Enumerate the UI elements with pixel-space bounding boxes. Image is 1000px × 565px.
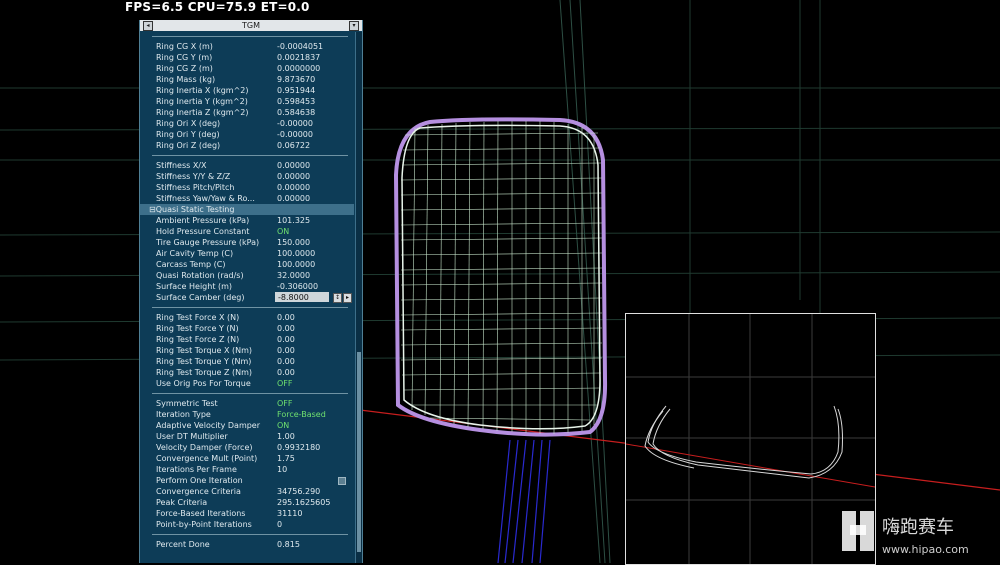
property-row[interactable]: Ring Test Torque Y (Nm) 0.00 (140, 356, 354, 367)
collapse-icon[interactable]: ⊟ (149, 205, 156, 214)
property-row[interactable]: User DT Multiplier 1.00 (140, 431, 354, 442)
property-row[interactable]: Stiffness Yaw/Yaw & Ro... 0.00000 (140, 193, 354, 204)
property-row[interactable]: Carcass Temp (C) 100.0000 (140, 259, 354, 270)
increment-icon[interactable]: ↕ (333, 293, 342, 303)
property-row[interactable]: Ring Mass (kg) 9.873670 (140, 74, 354, 85)
property-row[interactable]: Point-by-Point Iterations 0 (140, 519, 354, 530)
property-row[interactable]: Ring Test Force Z (N) 0.00 (140, 334, 354, 345)
property-row[interactable]: Convergence Criteria 34756.290 (140, 486, 354, 497)
property-row[interactable]: Ring CG X (m) -0.0004051 (140, 41, 354, 52)
property-row[interactable]: Ring Test Torque Z (Nm) 0.00 (140, 367, 354, 378)
property-row[interactable]: Air Cavity Temp (C) 100.0000 (140, 248, 354, 259)
section-title: Quasi Static Testing (155, 205, 235, 214)
property-row[interactable]: Surface Height (m) -0.306000 (140, 281, 354, 292)
panel-titlebar[interactable]: ◂ TGM ▾ (140, 20, 362, 31)
property-row[interactable]: Percent Done 0.815 (140, 539, 354, 550)
property-row[interactable]: Ring Inertia Y (kgm^2) 0.598453 (140, 96, 354, 107)
surface-camber-field[interactable]: -8.8000 (275, 292, 329, 302)
watermark-text: 嗨跑赛车 (882, 517, 954, 538)
section-quasi-static-testing[interactable]: ⊟Quasi Static Testing (140, 204, 354, 215)
property-row[interactable]: Ring Inertia X (kgm^2) 0.951944 (140, 85, 354, 96)
property-row[interactable]: Force-Based Iterations 31110 (140, 508, 354, 519)
property-row[interactable]: Symmetric Test OFF (140, 398, 354, 409)
property-row[interactable]: Ring CG Z (m) 0.0000000 (140, 63, 354, 74)
perform-iteration-checkbox[interactable] (338, 477, 346, 485)
property-row[interactable]: Ring Inertia Z (kgm^2) 0.584638 (140, 107, 354, 118)
property-row[interactable]: Ambient Pressure (kPa) 101.325 (140, 215, 354, 226)
property-row[interactable]: Ring Ori X (deg) -0.00000 (140, 118, 354, 129)
property-row[interactable]: Ring Ori Y (deg) -0.00000 (140, 129, 354, 140)
divider (140, 32, 354, 41)
property-row[interactable]: Iterations Per Frame 10 (140, 464, 354, 475)
divider (140, 530, 354, 539)
property-row[interactable]: Velocity Damper (Force) 0.9932180 (140, 442, 354, 453)
divider (140, 151, 354, 160)
panel-pin-icon[interactable]: ◂ (143, 21, 153, 31)
watermark-logo: 嗨跑赛车 www.hipao.com (838, 505, 998, 561)
property-row[interactable]: Ring Test Force X (N) 0.00 (140, 312, 354, 323)
panel-close-icon[interactable]: ▾ (349, 21, 359, 31)
property-row[interactable]: Stiffness X/X 0.00000 (140, 160, 354, 171)
tgm-property-panel[interactable]: ◂ TGM ▾ Ring CG X (m) -0.0004051 Ring CG … (139, 20, 363, 563)
divider (140, 389, 354, 398)
property-row[interactable]: Stiffness Y/Y & Z/Z 0.00000 (140, 171, 354, 182)
property-row[interactable]: Tire Gauge Pressure (kPa) 150.000 (140, 237, 354, 248)
surface-camber-row[interactable]: Surface Camber (deg) -8.8000 ↕ ▸ (140, 292, 354, 303)
scrollbar-thumb[interactable] (357, 352, 361, 552)
property-row[interactable]: Quasi Rotation (rad/s) 32.0000 (140, 270, 354, 281)
property-list: Ring CG X (m) -0.0004051 Ring CG Y (m) 0.0… (140, 32, 354, 550)
property-row[interactable]: Hold Pressure Constant ON (140, 226, 354, 237)
property-row[interactable]: Ring Ori Z (deg) 0.06722 (140, 140, 354, 151)
fps-readout: FPS=6.5 CPU=75.9 ET=0.0 (125, 0, 310, 14)
property-row[interactable]: Ring CG Y (m) 0.0021837 (140, 52, 354, 63)
property-row[interactable]: Convergence Mult (Point) 1.75 (140, 453, 354, 464)
confirm-icon[interactable]: ▸ (343, 293, 352, 303)
panel-scrollbar[interactable] (355, 32, 362, 563)
property-row[interactable]: Stiffness Pitch/Pitch 0.00000 (140, 182, 354, 193)
property-row[interactable]: Use Orig Pos For Torque OFF (140, 378, 354, 389)
property-row[interactable]: Adaptive Velocity Damper ON (140, 420, 354, 431)
perform-one-iteration-row[interactable]: Perform One Iteration (140, 475, 354, 486)
property-row[interactable]: Peak Criteria 295.1625605 (140, 497, 354, 508)
property-row[interactable]: Iteration Type Force-Based (140, 409, 354, 420)
divider (140, 303, 354, 312)
property-row[interactable]: Ring Test Force Y (N) 0.00 (140, 323, 354, 334)
watermark-url: www.hipao.com (882, 543, 969, 556)
property-row[interactable]: Ring Test Torque X (Nm) 0.00 (140, 345, 354, 356)
panel-title: TGM (242, 21, 260, 30)
